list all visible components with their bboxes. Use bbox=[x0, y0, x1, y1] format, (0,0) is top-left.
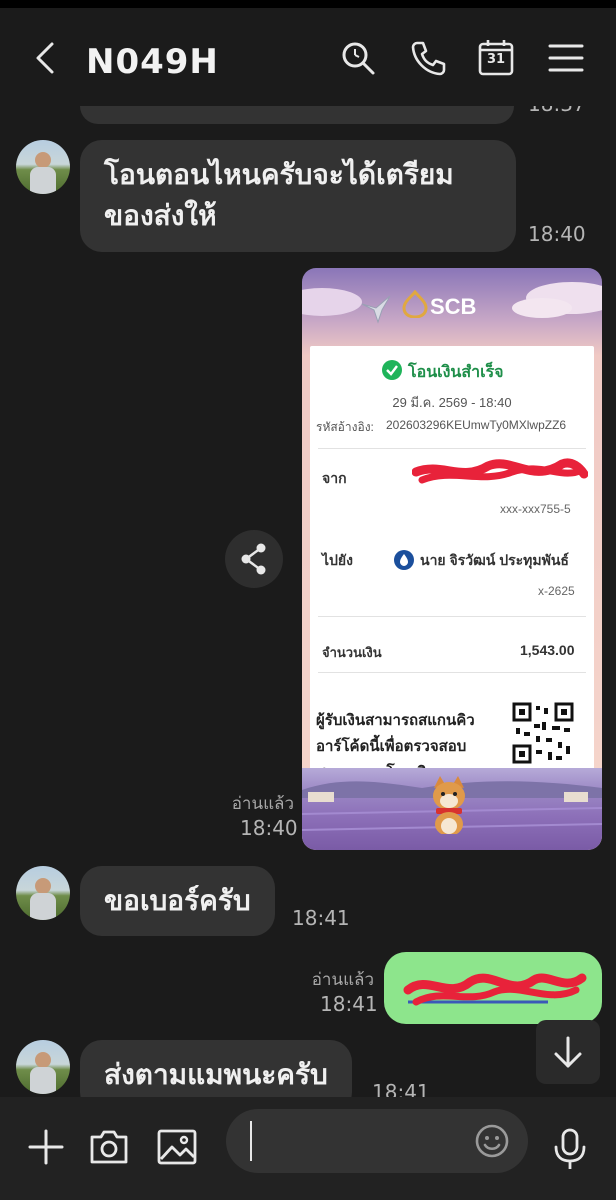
check-circle-icon bbox=[382, 360, 402, 380]
composer-bar bbox=[0, 1097, 616, 1200]
call-button[interactable] bbox=[408, 38, 448, 78]
avatar-shirt bbox=[30, 167, 56, 194]
arrow-down-icon bbox=[554, 1036, 582, 1068]
message-text-line: โอนตอนไหนครับจะได้เตรียม bbox=[104, 158, 454, 191]
from-account: xxx-xxx755-5 bbox=[500, 502, 571, 516]
message-text-line: ของส่งให้ bbox=[104, 199, 217, 232]
scb-logo-icon bbox=[402, 290, 428, 318]
image-button[interactable] bbox=[156, 1127, 198, 1167]
chat-title[interactable]: N049H bbox=[86, 42, 219, 82]
plus-button[interactable] bbox=[26, 1127, 66, 1167]
calendar-button[interactable]: 31 bbox=[476, 38, 516, 78]
search-button[interactable] bbox=[338, 38, 378, 78]
avatar-person bbox=[35, 1052, 51, 1068]
avatar[interactable] bbox=[16, 140, 70, 194]
message-text-line: ส่งตามแมพนะครับ bbox=[104, 1058, 328, 1091]
scroll-to-bottom-button[interactable] bbox=[536, 1020, 600, 1084]
share-icon bbox=[241, 543, 266, 575]
microphone-icon bbox=[554, 1128, 586, 1169]
hamburger-menu-icon bbox=[548, 44, 584, 72]
message-bubble[interactable]: ขอเบอร์ครับ bbox=[80, 866, 275, 936]
avatar[interactable] bbox=[16, 1040, 70, 1094]
reference-value: 202603296KEUmwTy0MXlwpZZ6 bbox=[386, 418, 567, 432]
qr-note-line: อาร์โค้ดนี้เพื่อตรวจสอบ bbox=[316, 738, 467, 755]
camera-button[interactable] bbox=[88, 1127, 130, 1167]
emoji-button[interactable] bbox=[474, 1123, 510, 1159]
microphone-button[interactable] bbox=[550, 1127, 590, 1171]
recipient-name: นาย จิรวัฒน์ ประทุมพันธ์ bbox=[420, 552, 569, 568]
chevron-left-icon bbox=[36, 42, 54, 74]
avatar-person bbox=[35, 152, 51, 168]
avatar-person bbox=[35, 878, 51, 894]
amount-value: 1,543.00 bbox=[520, 642, 575, 658]
divider bbox=[318, 672, 586, 673]
redaction-scribble bbox=[403, 973, 587, 1006]
bank-name: SCB bbox=[430, 294, 477, 319]
plus-icon bbox=[28, 1129, 64, 1165]
transfer-datetime: 29 มี.ค. 2569 - 18:40 bbox=[392, 395, 512, 410]
shiba-dog-illustration bbox=[433, 776, 465, 834]
back-button[interactable] bbox=[26, 38, 66, 78]
divider bbox=[318, 616, 586, 617]
read-status: อ่านแล้ว bbox=[311, 970, 374, 990]
reference-label: รหัสอ้างอิง: bbox=[316, 420, 374, 434]
share-button[interactable] bbox=[225, 530, 283, 588]
avatar-shirt bbox=[30, 893, 56, 920]
amount-label: จำนวนเงิน bbox=[322, 645, 382, 660]
message-time: 18:40 bbox=[240, 816, 298, 840]
recipient-account: x-2625 bbox=[538, 584, 575, 598]
message-time: 18:40 bbox=[528, 222, 586, 246]
message-time: 18:41 bbox=[292, 906, 350, 930]
search-icon bbox=[342, 42, 375, 75]
from-label: จาก bbox=[322, 470, 347, 486]
message-time: 18:41 bbox=[320, 992, 378, 1016]
qr-code-icon bbox=[512, 702, 574, 764]
text-cursor bbox=[250, 1121, 252, 1161]
message-input[interactable] bbox=[226, 1109, 528, 1173]
qr-note-line: ผู้รับเงินสามารถสแกนคิว bbox=[316, 712, 475, 729]
menu-button[interactable] bbox=[546, 38, 586, 78]
emoji-icon bbox=[475, 1124, 509, 1158]
calendar-day: 31 bbox=[486, 52, 506, 67]
chat-header: N049H 31 bbox=[0, 8, 616, 106]
redaction-scribble bbox=[412, 458, 588, 484]
transfer-status: โอนเงินสำเร็จ bbox=[408, 364, 504, 381]
bank-logo-icon bbox=[394, 550, 414, 570]
divider bbox=[318, 448, 586, 449]
read-status: อ่านแล้ว bbox=[231, 794, 294, 814]
camera-icon bbox=[90, 1130, 128, 1164]
to-label: ไปยัง bbox=[322, 552, 353, 568]
status-strip bbox=[0, 0, 616, 8]
previous-message-bubble[interactable] bbox=[80, 106, 514, 124]
avatar[interactable] bbox=[16, 866, 70, 920]
phone-icon bbox=[411, 41, 446, 76]
message-text-line: ขอเบอร์ครับ bbox=[104, 884, 251, 917]
message-bubble[interactable]: โอนตอนไหนครับจะได้เตรียม ของส่งให้ bbox=[80, 140, 516, 252]
image-icon bbox=[157, 1129, 197, 1165]
avatar-shirt bbox=[30, 1067, 56, 1094]
transfer-slip-image[interactable]: SCB โอนเงินสำเร็จ 29 มี.ค. 2569 - 18:40 … bbox=[302, 268, 602, 850]
bird-illustration bbox=[361, 295, 391, 324]
outgoing-message-bubble[interactable] bbox=[384, 952, 602, 1024]
slip-paper: โอนเงินสำเร็จ 29 มี.ค. 2569 - 18:40 รหัส… bbox=[310, 346, 594, 786]
